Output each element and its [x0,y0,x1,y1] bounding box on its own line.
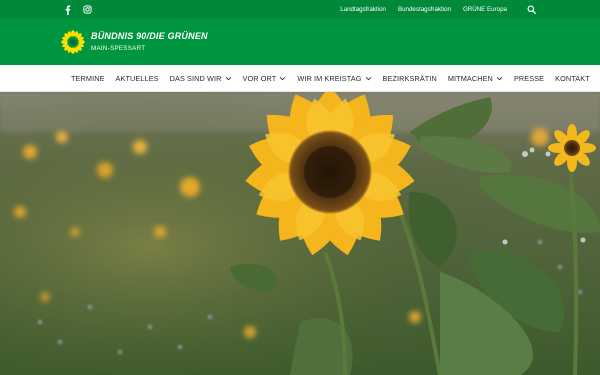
nav-label: BEZIRKSRÄTIN [382,73,437,83]
nav-item-vor-ort[interactable]: VOR ORT [243,74,287,83]
nav-item-presse[interactable]: PRESSE [514,74,544,83]
social-links [64,4,92,15]
nav-item-kontakt[interactable]: KONTAKT [555,74,590,83]
nav-label: PRESSE [513,73,545,83]
instagram-icon[interactable] [83,5,92,14]
nav-item-wir-im-kreistag[interactable]: WIR IM KREISTAG [297,74,371,83]
sunflower-field-photo [0,92,600,375]
nav-label: MITMACHEN [447,73,493,83]
nav-item-termine[interactable]: TERMINE [71,74,105,83]
nav-item-mitmachen[interactable]: MITMACHEN [448,74,503,83]
top-link-landtagsfraktion[interactable]: Landtagsfraktion [340,6,386,13]
search-icon[interactable] [527,5,536,14]
brand-subtitle: MAIN-SPESSART [91,44,146,52]
chevron-down-icon [225,76,231,80]
nav-label: VOR ORT [242,73,277,83]
nav-label: DAS SIND WIR [169,73,222,83]
chevron-down-icon [280,76,286,80]
nav-label: WIR IM KREISTAG [297,73,362,83]
nav-item-aktuelles[interactable]: AKTUELLES [116,74,159,83]
facebook-icon[interactable] [64,4,71,15]
brand-text: BÜNDNIS 90/DIE GRÜNEN MAIN-SPESSART [91,31,208,52]
chevron-down-icon [365,76,371,80]
brand-title[interactable]: BÜNDNIS 90/DIE GRÜNEN [91,31,208,41]
chevron-down-icon [496,76,503,80]
nav-label: AKTUELLES [115,73,159,83]
top-links: Landtagsfraktion Bundestagsfraktion GRÜN… [340,5,536,14]
nav-item-das-sind-wir[interactable]: DAS SIND WIR [170,74,232,83]
top-link-gruene-europa[interactable]: GRÜNE Europa [463,6,507,13]
main-nav: TERMINE AKTUELLES DAS SIND WIR VOR ORT W… [0,65,600,92]
nav-label: TERMINE [71,73,105,83]
sunflower-logo[interactable] [61,30,85,54]
nav-label: KONTAKT [555,73,590,83]
nav-item-bezirksraetin[interactable]: BEZIRKSRÄTIN [383,74,437,83]
top-bar: Landtagsfraktion Bundestagsfraktion GRÜN… [0,0,600,19]
brand-bar: BÜNDNIS 90/DIE GRÜNEN MAIN-SPESSART [0,19,600,65]
hero-image [0,92,600,375]
top-link-bundestagsfraktion[interactable]: Bundestagsfraktion [398,6,451,13]
